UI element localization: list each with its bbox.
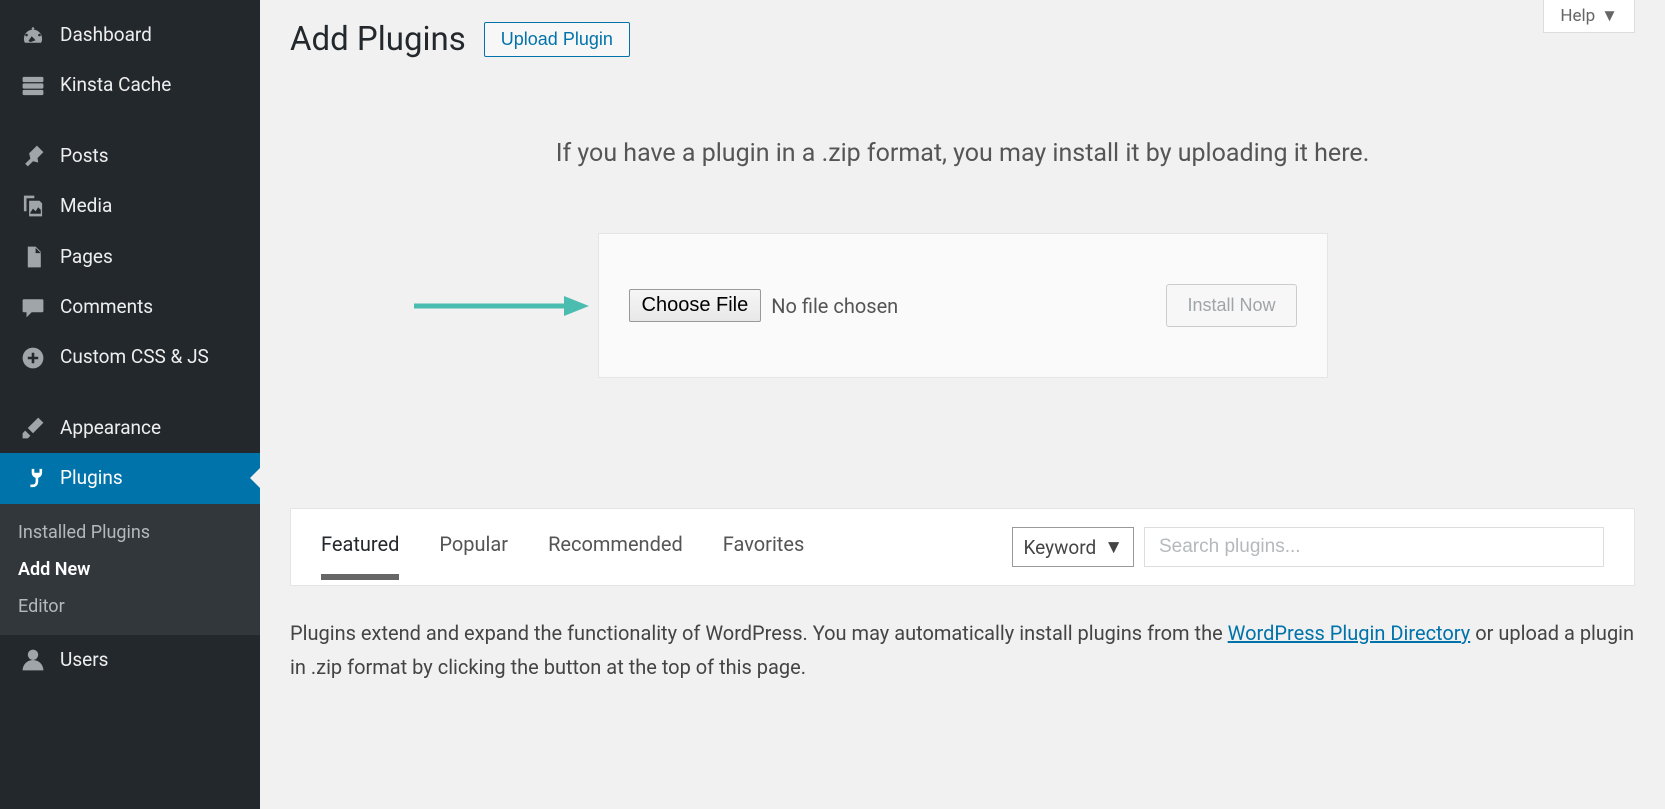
brush-icon (18, 415, 48, 441)
sidebar-item-plugins[interactable]: Plugins (0, 453, 260, 503)
user-icon (18, 647, 48, 673)
install-now-button[interactable]: Install Now (1166, 284, 1296, 327)
plugin-directory-link[interactable]: WordPress Plugin Directory (1228, 621, 1471, 645)
sidebar-item-posts[interactable]: Posts (0, 131, 260, 181)
sidebar-item-appearance[interactable]: Appearance (0, 403, 260, 453)
filter-bar: Featured Popular Recommended Favorites K… (290, 508, 1635, 586)
server-icon (18, 73, 48, 99)
choose-file-button[interactable]: Choose File (629, 289, 762, 322)
sidebar-item-media[interactable]: Media (0, 181, 260, 231)
chevron-down-icon: ▼ (1601, 6, 1618, 26)
sidebar-item-label: Dashboard (60, 20, 152, 50)
sidebar-item-dashboard[interactable]: Dashboard (0, 10, 260, 60)
submenu-add-new[interactable]: Add New (0, 551, 260, 588)
sidebar-item-comments[interactable]: Comments (0, 282, 260, 332)
sidebar-item-label: Users (60, 645, 108, 675)
sidebar-item-label: Kinsta Cache (60, 70, 171, 100)
plugin-icon (18, 465, 48, 491)
media-icon (18, 193, 48, 219)
submenu-editor[interactable]: Editor (0, 588, 260, 625)
plugins-submenu: Installed Plugins Add New Editor (0, 504, 260, 635)
filter-tab-favorites[interactable]: Favorites (723, 532, 805, 580)
sidebar-item-pages[interactable]: Pages (0, 232, 260, 282)
main-content: Help ▼ Add Plugins Upload Plugin If you … (260, 0, 1665, 809)
sidebar-item-label: Plugins (60, 463, 123, 493)
comment-icon (18, 294, 48, 320)
sidebar-item-custom-css-js[interactable]: Custom CSS & JS (0, 332, 260, 382)
help-tab[interactable]: Help ▼ (1543, 0, 1635, 33)
submenu-installed-plugins[interactable]: Installed Plugins (0, 514, 260, 551)
search-type-select[interactable]: Keyword ▼ (1012, 527, 1134, 567)
sidebar-item-users[interactable]: Users (0, 635, 260, 685)
dashboard-icon (18, 22, 48, 48)
admin-sidebar: Dashboard Kinsta Cache Posts Media Pages… (0, 0, 260, 809)
sidebar-item-label: Appearance (60, 413, 161, 443)
file-status: No file chosen (771, 294, 898, 318)
sidebar-item-label: Comments (60, 292, 153, 322)
pin-icon (18, 143, 48, 169)
sidebar-item-label: Posts (60, 141, 109, 171)
filter-tab-featured[interactable]: Featured (321, 532, 399, 580)
page-title: Add Plugins (290, 20, 466, 59)
filter-tab-recommended[interactable]: Recommended (548, 532, 683, 580)
chevron-down-icon: ▼ (1104, 535, 1123, 559)
page-icon (18, 244, 48, 270)
sidebar-item-label: Media (60, 191, 112, 221)
upload-instruction: If you have a plugin in a .zip format, y… (290, 139, 1635, 168)
upload-form: Choose File No file chosen Install Now (598, 233, 1328, 378)
search-input[interactable] (1144, 527, 1604, 567)
filter-tab-popular[interactable]: Popular (439, 532, 508, 580)
sidebar-item-kinsta-cache[interactable]: Kinsta Cache (0, 60, 260, 110)
upload-plugin-button[interactable]: Upload Plugin (484, 22, 630, 57)
plus-circle-icon (18, 345, 48, 371)
plugins-description: Plugins extend and expand the functional… (290, 616, 1635, 684)
sidebar-item-label: Custom CSS & JS (60, 342, 209, 372)
arrow-annotation (409, 291, 589, 321)
sidebar-item-label: Pages (60, 242, 113, 272)
